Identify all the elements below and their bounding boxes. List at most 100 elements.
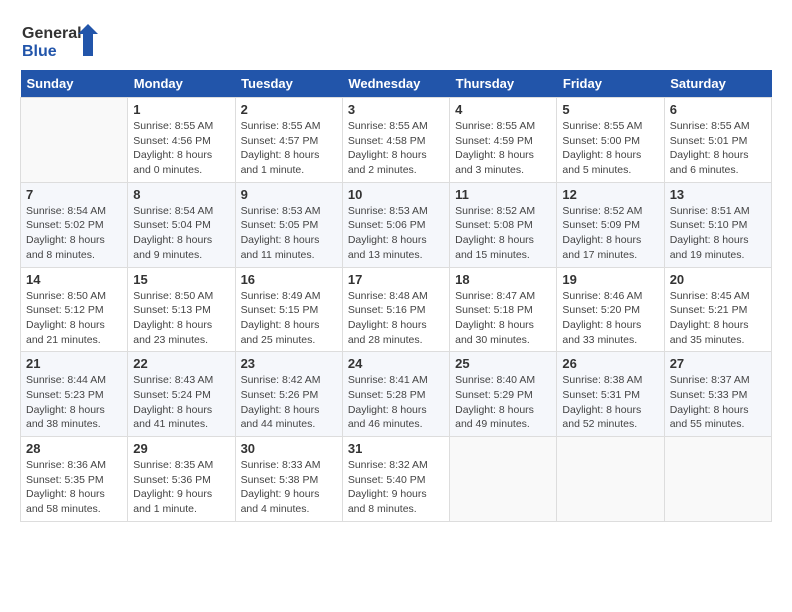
calendar-cell: 3 Sunrise: 8:55 AM Sunset: 4:58 PM Daylig… bbox=[342, 98, 449, 183]
svg-text:Blue: Blue bbox=[22, 43, 57, 60]
day-number: 23 bbox=[241, 356, 337, 371]
calendar-cell bbox=[664, 437, 771, 522]
day-number: 13 bbox=[670, 187, 766, 202]
calendar-cell: 4 Sunrise: 8:55 AM Sunset: 4:59 PM Daylig… bbox=[450, 98, 557, 183]
day-info: Sunrise: 8:32 AM Sunset: 5:40 PM Dayligh… bbox=[348, 458, 444, 517]
day-info: Sunrise: 8:35 AM Sunset: 5:36 PM Dayligh… bbox=[133, 458, 229, 517]
weekday-header: Saturday bbox=[664, 70, 771, 98]
day-number: 24 bbox=[348, 356, 444, 371]
day-number: 4 bbox=[455, 102, 551, 117]
day-number: 1 bbox=[133, 102, 229, 117]
day-number: 19 bbox=[562, 272, 658, 287]
day-number: 15 bbox=[133, 272, 229, 287]
weekday-header: Monday bbox=[128, 70, 235, 98]
day-info: Sunrise: 8:55 AM Sunset: 4:56 PM Dayligh… bbox=[133, 119, 229, 178]
calendar-cell bbox=[21, 98, 128, 183]
day-info: Sunrise: 8:55 AM Sunset: 4:58 PM Dayligh… bbox=[348, 119, 444, 178]
calendar-cell: 11 Sunrise: 8:52 AM Sunset: 5:08 PM Dayli… bbox=[450, 182, 557, 267]
calendar-cell bbox=[450, 437, 557, 522]
day-info: Sunrise: 8:52 AM Sunset: 5:08 PM Dayligh… bbox=[455, 204, 551, 263]
day-info: Sunrise: 8:41 AM Sunset: 5:28 PM Dayligh… bbox=[348, 373, 444, 432]
svg-text:General: General bbox=[22, 25, 82, 42]
calendar-week-row: 21 Sunrise: 8:44 AM Sunset: 5:23 PM Dayli… bbox=[21, 352, 772, 437]
calendar-week-row: 28 Sunrise: 8:36 AM Sunset: 5:35 PM Dayli… bbox=[21, 437, 772, 522]
day-info: Sunrise: 8:44 AM Sunset: 5:23 PM Dayligh… bbox=[26, 373, 122, 432]
calendar-cell: 17 Sunrise: 8:48 AM Sunset: 5:16 PM Dayli… bbox=[342, 267, 449, 352]
day-info: Sunrise: 8:55 AM Sunset: 5:01 PM Dayligh… bbox=[670, 119, 766, 178]
weekday-header: Wednesday bbox=[342, 70, 449, 98]
weekday-header: Thursday bbox=[450, 70, 557, 98]
day-info: Sunrise: 8:48 AM Sunset: 5:16 PM Dayligh… bbox=[348, 289, 444, 348]
day-info: Sunrise: 8:45 AM Sunset: 5:21 PM Dayligh… bbox=[670, 289, 766, 348]
day-number: 29 bbox=[133, 441, 229, 456]
calendar-cell: 10 Sunrise: 8:53 AM Sunset: 5:06 PM Dayli… bbox=[342, 182, 449, 267]
calendar-cell: 14 Sunrise: 8:50 AM Sunset: 5:12 PM Dayli… bbox=[21, 267, 128, 352]
day-info: Sunrise: 8:55 AM Sunset: 4:59 PM Dayligh… bbox=[455, 119, 551, 178]
weekday-header: Friday bbox=[557, 70, 664, 98]
day-info: Sunrise: 8:51 AM Sunset: 5:10 PM Dayligh… bbox=[670, 204, 766, 263]
day-info: Sunrise: 8:54 AM Sunset: 5:02 PM Dayligh… bbox=[26, 204, 122, 263]
calendar-cell: 25 Sunrise: 8:40 AM Sunset: 5:29 PM Dayli… bbox=[450, 352, 557, 437]
day-number: 2 bbox=[241, 102, 337, 117]
calendar-cell: 30Sunrise: 8:33 AM Sunset: 5:38 PM Dayli… bbox=[235, 437, 342, 522]
day-info: Sunrise: 8:43 AM Sunset: 5:24 PM Dayligh… bbox=[133, 373, 229, 432]
calendar-cell: 21 Sunrise: 8:44 AM Sunset: 5:23 PM Dayli… bbox=[21, 352, 128, 437]
calendar-week-row: 7 Sunrise: 8:54 AM Sunset: 5:02 PM Daylig… bbox=[21, 182, 772, 267]
day-number: 3 bbox=[348, 102, 444, 117]
calendar-cell: 6 Sunrise: 8:55 AM Sunset: 5:01 PM Daylig… bbox=[664, 98, 771, 183]
calendar-cell: 2 Sunrise: 8:55 AM Sunset: 4:57 PM Daylig… bbox=[235, 98, 342, 183]
calendar-cell: 18 Sunrise: 8:47 AM Sunset: 5:18 PM Dayli… bbox=[450, 267, 557, 352]
calendar-cell: 31 Sunrise: 8:32 AM Sunset: 5:40 PM Dayli… bbox=[342, 437, 449, 522]
calendar-week-row: 1 Sunrise: 8:55 AM Sunset: 4:56 PM Daylig… bbox=[21, 98, 772, 183]
calendar-cell: 13 Sunrise: 8:51 AM Sunset: 5:10 PM Dayli… bbox=[664, 182, 771, 267]
day-info: Sunrise: 8:47 AM Sunset: 5:18 PM Dayligh… bbox=[455, 289, 551, 348]
logo-icon: GeneralBlue bbox=[20, 20, 100, 60]
day-number: 6 bbox=[670, 102, 766, 117]
calendar-cell: 7 Sunrise: 8:54 AM Sunset: 5:02 PM Daylig… bbox=[21, 182, 128, 267]
calendar-cell: 5Sunrise: 8:55 AM Sunset: 5:00 PM Daylig… bbox=[557, 98, 664, 183]
day-info: Sunrise: 8:50 AM Sunset: 5:12 PM Dayligh… bbox=[26, 289, 122, 348]
calendar-cell: 20Sunrise: 8:45 AM Sunset: 5:21 PM Dayli… bbox=[664, 267, 771, 352]
day-info: Sunrise: 8:53 AM Sunset: 5:06 PM Dayligh… bbox=[348, 204, 444, 263]
calendar-cell: 26Sunrise: 8:38 AM Sunset: 5:31 PM Dayli… bbox=[557, 352, 664, 437]
day-number: 11 bbox=[455, 187, 551, 202]
calendar-week-row: 14 Sunrise: 8:50 AM Sunset: 5:12 PM Dayli… bbox=[21, 267, 772, 352]
day-number: 14 bbox=[26, 272, 122, 287]
calendar-cell bbox=[557, 437, 664, 522]
day-number: 26 bbox=[562, 356, 658, 371]
day-number: 7 bbox=[26, 187, 122, 202]
page-header: GeneralBlue bbox=[20, 20, 772, 60]
day-info: Sunrise: 8:49 AM Sunset: 5:15 PM Dayligh… bbox=[241, 289, 337, 348]
weekday-header: Sunday bbox=[21, 70, 128, 98]
day-number: 12 bbox=[562, 187, 658, 202]
day-info: Sunrise: 8:36 AM Sunset: 5:35 PM Dayligh… bbox=[26, 458, 122, 517]
calendar-cell: 28 Sunrise: 8:36 AM Sunset: 5:35 PM Dayli… bbox=[21, 437, 128, 522]
day-info: Sunrise: 8:52 AM Sunset: 5:09 PM Dayligh… bbox=[562, 204, 658, 263]
day-number: 8 bbox=[133, 187, 229, 202]
day-number: 17 bbox=[348, 272, 444, 287]
day-number: 18 bbox=[455, 272, 551, 287]
day-info: Sunrise: 8:55 AM Sunset: 4:57 PM Dayligh… bbox=[241, 119, 337, 178]
day-info: Sunrise: 8:37 AM Sunset: 5:33 PM Dayligh… bbox=[670, 373, 766, 432]
calendar-cell: 27 Sunrise: 8:37 AM Sunset: 5:33 PM Dayli… bbox=[664, 352, 771, 437]
day-number: 25 bbox=[455, 356, 551, 371]
calendar-cell: 9Sunrise: 8:53 AM Sunset: 5:05 PM Daylig… bbox=[235, 182, 342, 267]
calendar-table: SundayMondayTuesdayWednesdayThursdayFrid… bbox=[20, 70, 772, 522]
day-info: Sunrise: 8:46 AM Sunset: 5:20 PM Dayligh… bbox=[562, 289, 658, 348]
calendar-cell: 8 Sunrise: 8:54 AM Sunset: 5:04 PM Daylig… bbox=[128, 182, 235, 267]
day-number: 30 bbox=[241, 441, 337, 456]
day-number: 16 bbox=[241, 272, 337, 287]
calendar-cell: 16 Sunrise: 8:49 AM Sunset: 5:15 PM Dayli… bbox=[235, 267, 342, 352]
day-number: 27 bbox=[670, 356, 766, 371]
logo: GeneralBlue bbox=[20, 20, 100, 60]
day-number: 10 bbox=[348, 187, 444, 202]
calendar-cell: 15 Sunrise: 8:50 AM Sunset: 5:13 PM Dayli… bbox=[128, 267, 235, 352]
day-info: Sunrise: 8:50 AM Sunset: 5:13 PM Dayligh… bbox=[133, 289, 229, 348]
day-info: Sunrise: 8:40 AM Sunset: 5:29 PM Dayligh… bbox=[455, 373, 551, 432]
day-number: 31 bbox=[348, 441, 444, 456]
day-number: 21 bbox=[26, 356, 122, 371]
day-number: 28 bbox=[26, 441, 122, 456]
day-info: Sunrise: 8:54 AM Sunset: 5:04 PM Dayligh… bbox=[133, 204, 229, 263]
calendar-cell: 22Sunrise: 8:43 AM Sunset: 5:24 PM Dayli… bbox=[128, 352, 235, 437]
day-number: 5 bbox=[562, 102, 658, 117]
